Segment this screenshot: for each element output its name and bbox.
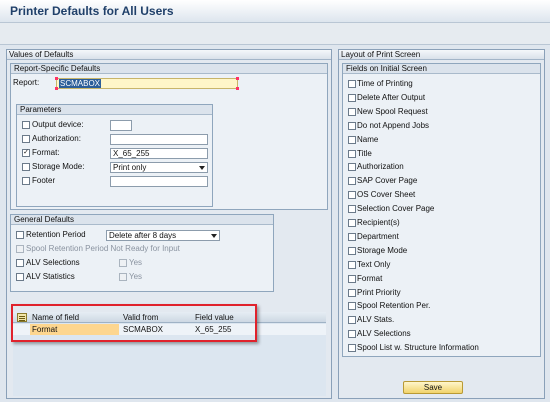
parameters-group: Parameters Output device: Authorization:… — [16, 104, 213, 207]
fields-on-initial-screen-group: Fields on Initial Screen Time of Printin… — [342, 63, 541, 357]
field-checkbox[interactable] — [348, 93, 356, 102]
field-checkbox[interactable] — [348, 232, 356, 241]
chevron-down-icon[interactable] — [211, 234, 217, 238]
field-checkbox[interactable] — [348, 274, 356, 283]
report-specific-group: Report-Specific Defaults Report: SCMABOX… — [10, 63, 328, 210]
alv-statistics-label: ALV Statistics — [26, 272, 75, 281]
field-checkbox-label: Department — [357, 231, 399, 241]
storage-mode-label: Storage Mode: — [32, 162, 85, 171]
alv-selections-yes-label: Yes — [129, 258, 143, 267]
field-checkbox-label: SAP Cover Page — [357, 176, 418, 186]
alv-statistics-yes-checkbox — [119, 273, 127, 281]
storage-mode-checkbox[interactable] — [22, 163, 30, 171]
field-checkbox-label: Do not Append Jobs — [357, 120, 430, 130]
general-defaults-title: General Defaults — [11, 215, 273, 225]
retention-period-select[interactable]: Delete after 8 days — [106, 230, 220, 241]
storage-mode-select[interactable]: Print only — [110, 162, 208, 173]
format-label: Format: — [32, 148, 60, 157]
field-checkbox[interactable] — [348, 177, 356, 186]
field-checkbox[interactable] — [348, 80, 356, 88]
retention-period-label: Retention Period — [26, 230, 86, 239]
highlight-annotation — [11, 304, 257, 342]
general-defaults-group: General Defaults Retention Period Delete… — [10, 214, 274, 292]
field-checkbox-label: Delete After Output — [357, 92, 426, 102]
footer-checkbox[interactable] — [22, 177, 30, 185]
output-device-input[interactable] — [110, 120, 132, 131]
field-checkbox-label: Title — [357, 148, 372, 158]
field-checkbox[interactable] — [348, 163, 356, 172]
values-of-defaults-panel: Values of Defaults Report-Specific Defau… — [6, 49, 332, 399]
field-checkbox-label: ALV Selections — [357, 329, 411, 339]
field-checkbox-label: ALV Stats. — [357, 315, 395, 325]
footer-input[interactable] — [110, 176, 208, 187]
field-checkbox[interactable] — [348, 149, 356, 158]
storage-mode-value: Print only — [113, 163, 147, 172]
spool-not-ready-label: Spool Retention Period Not Ready for Inp… — [26, 244, 180, 253]
window-title: Printer Defaults for All Users — [10, 4, 174, 18]
field-resize-handle — [236, 87, 239, 90]
alv-selections-label: ALV Selections — [26, 258, 80, 267]
field-checkbox[interactable] — [348, 121, 356, 130]
field-checkbox[interactable] — [348, 219, 356, 227]
field-checkbox-label: OS Cover Sheet — [357, 190, 416, 200]
authorization-checkbox[interactable] — [22, 135, 30, 143]
field-checkbox[interactable] — [348, 191, 356, 200]
format-checkbox[interactable]: ✓ — [22, 149, 30, 157]
field-checkbox[interactable] — [348, 107, 356, 116]
field-checkbox-label: Selection Cover Page — [357, 204, 435, 214]
alv-selections-yes-checkbox — [119, 259, 127, 267]
output-device-checkbox[interactable] — [22, 121, 30, 129]
field-checkbox-label: Time of Printing — [357, 79, 413, 88]
spool-not-ready-checkbox — [16, 245, 24, 253]
alv-statistics-checkbox[interactable] — [16, 273, 24, 281]
alv-statistics-yes-label: Yes — [129, 272, 143, 281]
field-resize-handle — [55, 77, 58, 80]
application-toolbar — [0, 23, 550, 45]
field-checkbox[interactable] — [348, 302, 356, 311]
field-checkbox-label: Print Priority — [357, 287, 401, 297]
parameters-title: Parameters — [17, 105, 212, 115]
field-checkbox[interactable] — [348, 246, 356, 255]
field-checkbox[interactable] — [348, 344, 356, 353]
values-of-defaults-title: Values of Defaults — [7, 50, 331, 60]
fields-on-initial-screen-title: Fields on Initial Screen — [343, 64, 540, 74]
field-checkbox-label: Spool Retention Per. — [357, 301, 431, 311]
field-checkbox-label: New Spool Request — [357, 106, 428, 116]
format-input[interactable]: X_65_255 — [110, 148, 208, 159]
field-checkbox-label: Format — [357, 273, 383, 283]
field-checkbox[interactable] — [348, 316, 356, 325]
alv-selections-checkbox[interactable] — [16, 259, 24, 267]
field-checkbox[interactable] — [348, 288, 356, 297]
field-checkbox[interactable] — [348, 260, 356, 269]
report-label: Report: — [13, 78, 40, 87]
field-resize-handle — [55, 87, 58, 90]
field-checkbox-label: Recipient(s) — [357, 218, 400, 227]
retention-period-checkbox[interactable] — [16, 231, 24, 239]
title-bar: Printer Defaults for All Users — [0, 0, 550, 23]
field-checkbox-label: Name — [357, 134, 379, 144]
field-checkbox-label: Authorization — [357, 162, 404, 172]
layout-of-print-screen-panel: Layout of Print Screen Fields on Initial… — [338, 49, 545, 399]
field-resize-handle — [236, 77, 239, 80]
authorization-input[interactable] — [110, 134, 208, 145]
report-input[interactable]: SCMABOX — [56, 78, 238, 89]
field-checkbox[interactable] — [348, 135, 356, 144]
report-specific-title: Report-Specific Defaults — [11, 64, 327, 74]
report-input-value: SCMABOX — [59, 79, 102, 88]
retention-period-value: Delete after 8 days — [109, 231, 177, 240]
layout-of-print-screen-title: Layout of Print Screen — [339, 50, 544, 60]
authorization-label: Authorization: — [32, 134, 81, 143]
field-checkbox[interactable] — [348, 205, 356, 214]
chevron-down-icon[interactable] — [199, 166, 205, 170]
field-checkbox[interactable] — [348, 330, 356, 339]
field-checkbox-label: Text Only — [357, 259, 391, 269]
field-checkbox-label: Storage Mode — [357, 245, 408, 255]
footer-label: Footer — [32, 176, 56, 185]
field-checkbox-label: Spool List w. Structure Information — [357, 343, 479, 353]
save-button[interactable]: Save — [403, 381, 463, 394]
output-device-label: Output device: — [32, 120, 84, 129]
